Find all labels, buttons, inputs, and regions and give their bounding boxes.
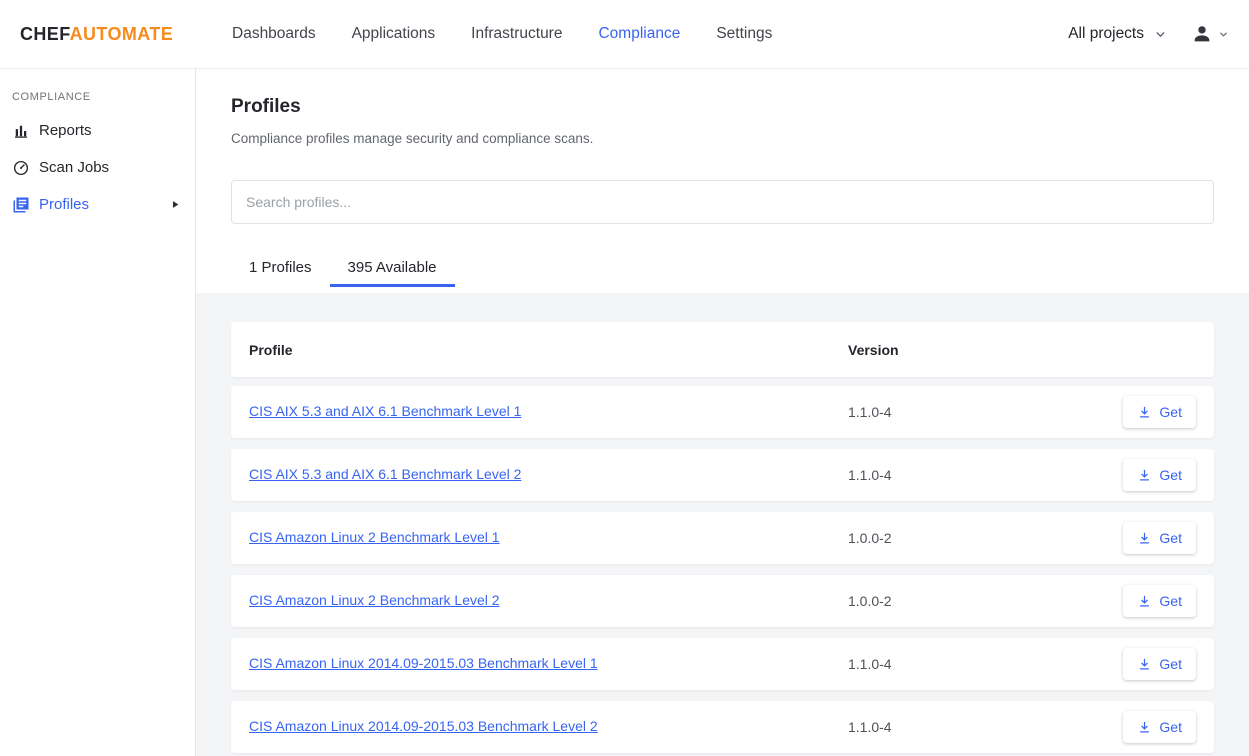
sidebar-item-reports[interactable]: Reports — [0, 112, 195, 149]
download-icon — [1137, 657, 1152, 672]
get-button[interactable]: Get — [1123, 648, 1196, 680]
nav-item-infrastructure[interactable]: Infrastructure — [471, 25, 562, 43]
get-button[interactable]: Get — [1123, 585, 1196, 617]
chevron-down-icon — [1218, 29, 1229, 40]
profile-link[interactable]: CIS Amazon Linux 2014.09-2015.03 Benchma… — [249, 718, 598, 734]
table-row: CIS Amazon Linux 2 Benchmark Level 2 1.0… — [231, 575, 1214, 627]
profile-version: 1.0.0-2 — [848, 530, 1123, 546]
top-bar: CHEFAUTOMATE Dashboards Applications Infra… — [0, 0, 1249, 69]
page-subtitle: Compliance profiles manage security and … — [231, 131, 1214, 147]
profile-cell: CIS Amazon Linux 2 Benchmark Level 2 — [249, 592, 848, 610]
download-icon — [1137, 531, 1152, 546]
column-header-version: Version — [848, 342, 1196, 358]
main-content: Profiles Compliance profiles manage secu… — [196, 69, 1249, 756]
chef-automate-logo[interactable]: CHEFAUTOMATE — [0, 24, 196, 45]
body-row: COMPLIANCE Reports Scan Jobs Profiles Prof… — [0, 69, 1249, 756]
download-icon — [1137, 405, 1152, 420]
nav-item-settings[interactable]: Settings — [716, 25, 772, 43]
profile-link[interactable]: CIS AIX 5.3 and AIX 6.1 Benchmark Level … — [249, 466, 521, 482]
nav-item-compliance[interactable]: Compliance — [598, 25, 680, 43]
profile-link[interactable]: CIS Amazon Linux 2 Benchmark Level 2 — [249, 592, 500, 608]
profile-cell: CIS AIX 5.3 and AIX 6.1 Benchmark Level … — [249, 403, 848, 421]
tabs: 1 Profiles395 Available — [231, 248, 1214, 287]
user-menu[interactable] — [1191, 23, 1229, 45]
table-row: CIS AIX 5.3 and AIX 6.1 Benchmark Level … — [231, 386, 1214, 438]
download-icon — [1137, 594, 1152, 609]
get-button[interactable]: Get — [1123, 396, 1196, 428]
profile-cell: CIS Amazon Linux 2014.09-2015.03 Benchma… — [249, 655, 848, 673]
projects-selector-label: All projects — [1068, 25, 1144, 43]
profile-cell: CIS Amazon Linux 2014.09-2015.03 Benchma… — [249, 718, 848, 736]
tab-395-available[interactable]: 395 Available — [330, 248, 455, 287]
get-button-label: Get — [1159, 656, 1182, 672]
get-button-label: Get — [1159, 530, 1182, 546]
column-header-profile: Profile — [249, 342, 848, 358]
profile-link[interactable]: CIS Amazon Linux 2 Benchmark Level 1 — [249, 529, 500, 545]
chevron-down-icon — [1154, 28, 1167, 41]
sidebar-menu: Reports Scan Jobs Profiles — [0, 112, 195, 223]
sidebar-item-label: Scan Jobs — [39, 159, 109, 176]
tab-1-profiles[interactable]: 1 Profiles — [231, 248, 330, 287]
table-row: CIS Amazon Linux 2 Benchmark Level 1 1.0… — [231, 512, 1214, 564]
user-avatar-icon — [1191, 23, 1213, 45]
sidebar: COMPLIANCE Reports Scan Jobs Profiles — [0, 69, 196, 756]
search-input[interactable] — [231, 180, 1214, 224]
profile-version: 1.1.0-4 — [848, 656, 1123, 672]
app-window: CHEFAUTOMATE Dashboards Applications Infra… — [0, 0, 1249, 756]
get-button-label: Get — [1159, 404, 1182, 420]
logo-chef-text: CHEF — [20, 24, 70, 44]
get-button[interactable]: Get — [1123, 522, 1196, 554]
sidebar-item-label: Profiles — [39, 196, 89, 213]
download-icon — [1137, 720, 1152, 735]
bar-chart-icon — [12, 122, 30, 140]
get-button-label: Get — [1159, 467, 1182, 483]
sidebar-item-label: Reports — [39, 122, 92, 139]
action-cell: Get — [1123, 585, 1196, 617]
action-cell: Get — [1123, 648, 1196, 680]
nav-item-dashboards[interactable]: Dashboards — [232, 25, 316, 43]
profile-version: 1.1.0-4 — [848, 404, 1123, 420]
download-icon — [1137, 468, 1152, 483]
radar-icon — [12, 159, 30, 177]
action-cell: Get — [1123, 459, 1196, 491]
get-button-label: Get — [1159, 719, 1182, 735]
topbar-right: All projects — [1068, 23, 1249, 45]
table-row: CIS Amazon Linux 2014.09-2015.03 Benchma… — [231, 638, 1214, 690]
sidebar-item-profiles[interactable]: Profiles — [0, 186, 195, 223]
action-cell: Get — [1123, 396, 1196, 428]
profile-cell: CIS Amazon Linux 2 Benchmark Level 1 — [249, 529, 848, 547]
page-header: Profiles Compliance profiles manage secu… — [196, 69, 1249, 287]
projects-selector[interactable]: All projects — [1068, 25, 1167, 43]
logo-automate-text: AUTOMATE — [70, 24, 174, 44]
table-row: CIS Amazon Linux 2014.09-2015.03 Benchma… — [231, 701, 1214, 753]
sidebar-item-scan-jobs[interactable]: Scan Jobs — [0, 149, 195, 186]
get-button[interactable]: Get — [1123, 711, 1196, 743]
page-title: Profiles — [231, 96, 1214, 118]
top-nav: Dashboards Applications Infrastructure Comp… — [232, 25, 772, 43]
action-cell: Get — [1123, 711, 1196, 743]
profile-version: 1.1.0-4 — [848, 719, 1123, 735]
profile-link[interactable]: CIS Amazon Linux 2014.09-2015.03 Benchma… — [249, 655, 598, 671]
table-row: CIS AIX 5.3 and AIX 6.1 Benchmark Level … — [231, 449, 1214, 501]
get-button-label: Get — [1159, 593, 1182, 609]
library-icon — [12, 196, 30, 214]
expand-arrow-icon — [171, 200, 180, 209]
action-cell: Get — [1123, 522, 1196, 554]
profiles-table-body: CIS AIX 5.3 and AIX 6.1 Benchmark Level … — [231, 386, 1214, 753]
profile-link[interactable]: CIS AIX 5.3 and AIX 6.1 Benchmark Level … — [249, 403, 521, 419]
profile-cell: CIS AIX 5.3 and AIX 6.1 Benchmark Level … — [249, 466, 848, 484]
nav-item-applications[interactable]: Applications — [352, 25, 436, 43]
profile-version: 1.1.0-4 — [848, 467, 1123, 483]
sidebar-section-label: COMPLIANCE — [0, 91, 195, 103]
table-header-row: Profile Version — [231, 322, 1214, 377]
profile-version: 1.0.0-2 — [848, 593, 1123, 609]
get-button[interactable]: Get — [1123, 459, 1196, 491]
profiles-table-area: Profile Version CIS AIX 5.3 and AIX 6.1 … — [196, 293, 1249, 756]
